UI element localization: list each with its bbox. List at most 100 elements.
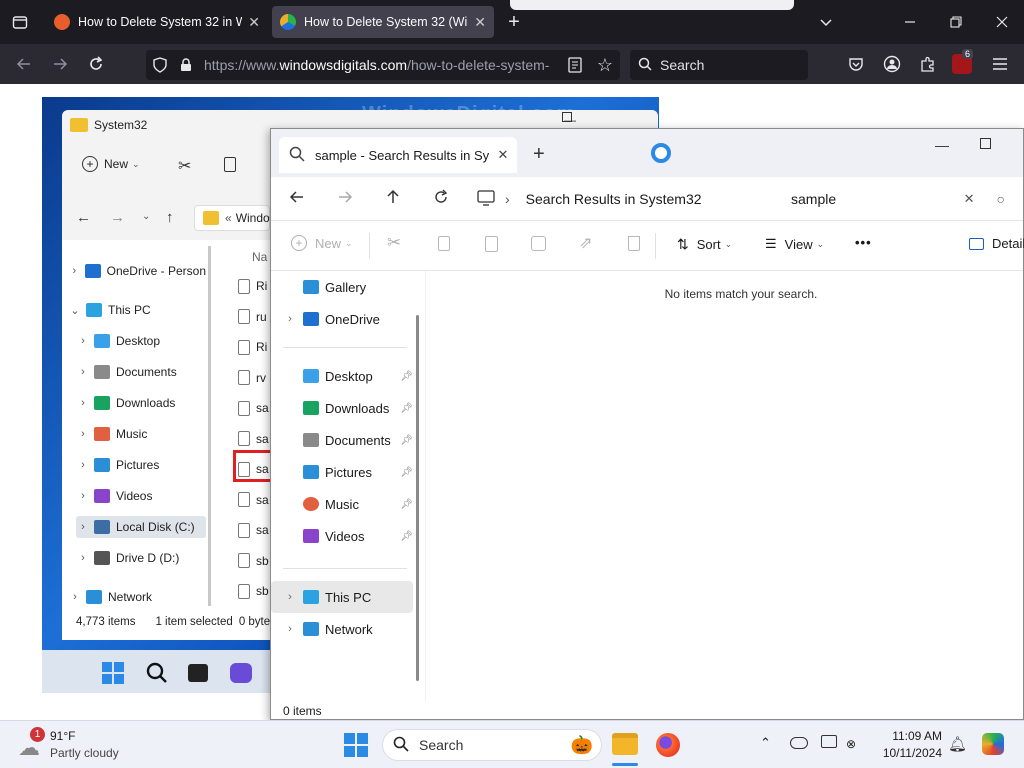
bg-file-row[interactable]: Ri — [238, 336, 267, 358]
nav-item-music[interactable]: Music 📌︎ — [271, 488, 423, 520]
tracking-shield-icon[interactable] — [146, 57, 174, 73]
close-tab-icon[interactable]: ✕ — [474, 14, 486, 31]
chevron-right-icon[interactable]: › — [283, 313, 297, 325]
pin-icon[interactable]: 📌︎ — [400, 371, 413, 382]
new-button[interactable]: + New ⌄ — [291, 235, 353, 251]
search-field[interactable]: sample ✕ ○ — [781, 183, 1005, 215]
chevron-right-icon[interactable]: › — [68, 265, 81, 277]
bg-recent-chevron-icon[interactable]: ⌄ — [142, 211, 150, 222]
nav-item-documents[interactable]: Documents 📌︎ — [271, 424, 423, 456]
copy-icon[interactable] — [438, 236, 450, 251]
new-tab-icon[interactable]: + — [533, 143, 545, 166]
bg-up-icon[interactable]: ↑ — [166, 209, 174, 226]
account-icon[interactable] — [878, 50, 906, 78]
bookmark-star-icon[interactable]: ☆ — [590, 55, 620, 76]
chevron-right-icon[interactable]: › — [76, 366, 90, 378]
browser-tab-1[interactable]: How to Delete System 32 in Wi ✕ — [46, 6, 268, 38]
bg-scrollbar[interactable] — [208, 246, 211, 606]
bg-back-icon[interactable]: ← — [76, 209, 91, 226]
pin-icon[interactable]: 📌︎ — [400, 403, 413, 414]
bg-file-row[interactable]: sb — [238, 580, 269, 602]
pocket-icon[interactable] — [842, 50, 870, 78]
chevron-right-icon[interactable]: › — [283, 623, 297, 635]
bg-nav-item[interactable]: › Downloads — [76, 392, 206, 414]
nav-scrollbar[interactable] — [416, 315, 419, 681]
chevron-right-icon[interactable]: ⌄ — [68, 304, 82, 317]
close-window-icon[interactable] — [988, 8, 1016, 36]
bg-file-row[interactable]: sa — [238, 397, 269, 419]
lock-icon[interactable] — [174, 58, 198, 72]
reader-view-icon[interactable] — [560, 57, 590, 73]
start-button-icon[interactable] — [344, 733, 368, 757]
restore-icon[interactable] — [942, 8, 970, 36]
nav-item-this-pc[interactable]: › This PC — [271, 581, 413, 613]
nav-item-videos[interactable]: Videos 📌︎ — [271, 520, 423, 552]
nav-item-desktop[interactable]: Desktop 📌︎ — [271, 360, 423, 392]
chevron-right-icon[interactable]: › — [76, 490, 90, 502]
list-tabs-chevron-icon[interactable] — [812, 8, 840, 36]
chevron-right-icon[interactable]: › — [76, 397, 90, 409]
nav-item-gallery[interactable]: Gallery — [271, 271, 423, 303]
weather-widget[interactable]: ☁ 1 — [18, 727, 50, 761]
back-arrow-icon[interactable] — [10, 50, 38, 78]
bg-nav-item[interactable]: › Drive D (D:) — [76, 547, 206, 569]
clear-search-icon[interactable]: ✕ — [964, 191, 975, 207]
clock-date[interactable]: 10/11/2024 — [876, 746, 942, 760]
chevron-right-icon[interactable]: › — [283, 591, 297, 603]
bg-nav-item[interactable]: › OneDrive - Person — [68, 260, 206, 282]
reload-icon[interactable] — [82, 50, 110, 78]
minimize-icon[interactable]: — — [935, 137, 949, 153]
new-tab-icon[interactable]: + — [500, 8, 528, 36]
bg-file-row[interactable]: Ri — [238, 275, 267, 297]
chevron-right-icon[interactable]: › — [76, 335, 90, 347]
network-display-icon[interactable] — [821, 735, 837, 748]
details-button[interactable]: Detail — [969, 236, 1024, 251]
ublock-extension-icon[interactable]: 6 — [952, 49, 974, 74]
chevron-right-icon[interactable]: › — [68, 591, 82, 603]
bg-nav-item[interactable]: › Documents — [76, 361, 206, 383]
show-hidden-icons-chevron-icon[interactable]: ⌃ — [760, 735, 771, 751]
cut-icon[interactable]: ✂ — [178, 156, 191, 176]
tab-overview-icon[interactable] — [6, 8, 34, 36]
nav-item-downloads[interactable]: Downloads 📌︎ — [271, 392, 423, 424]
file-explorer-icon[interactable] — [612, 733, 638, 755]
pin-icon[interactable]: 📌︎ — [400, 531, 413, 542]
bg-new-button[interactable]: + New ⌄ — [82, 156, 140, 172]
view-button[interactable]: ☰ View ⌄ — [765, 236, 824, 252]
bg-file-row[interactable]: sa — [238, 519, 269, 541]
notification-bell-icon[interactable]: 🔔︎ — [948, 735, 967, 753]
pin-icon[interactable]: 📌︎ — [400, 467, 413, 478]
nav-item-onedrive[interactable]: › OneDrive — [271, 303, 423, 335]
chevron-right-icon[interactable]: › — [76, 552, 90, 564]
paste-icon[interactable] — [485, 236, 498, 252]
extensions-puzzle-icon[interactable] — [914, 50, 942, 78]
onedrive-cloud-icon[interactable] — [790, 737, 808, 749]
back-arrow-icon[interactable] — [289, 189, 305, 208]
bg-file-row[interactable]: sa — [238, 489, 269, 511]
bg-breadcrumb[interactable]: « Windo — [194, 205, 270, 231]
minimize-icon[interactable] — [896, 8, 924, 36]
forward-arrow-icon[interactable] — [46, 50, 74, 78]
address-bar[interactable]: › Search Results in System32 — [477, 183, 773, 215]
taskbar-search-box[interactable]: Search 🎃 — [382, 729, 602, 761]
maximize-icon[interactable] — [980, 138, 991, 149]
url-bar[interactable]: https://www.windowsdigitals.com/how-to-d… — [146, 50, 620, 80]
up-arrow-icon[interactable] — [385, 189, 401, 208]
delete-icon[interactable] — [628, 236, 640, 251]
browser-search-box[interactable]: Search — [630, 50, 808, 80]
chevron-right-icon[interactable]: › — [76, 428, 90, 440]
chevron-right-icon[interactable]: › — [76, 521, 90, 533]
rename-icon[interactable] — [531, 236, 546, 251]
volume-muted-icon[interactable]: ⊗ — [846, 737, 856, 751]
bg-forward-icon[interactable]: → — [110, 209, 125, 226]
bg-file-row[interactable]: rv — [238, 367, 266, 389]
forward-arrow-icon[interactable] — [337, 189, 353, 208]
nav-item-pictures[interactable]: Pictures 📌︎ — [271, 456, 423, 488]
cut-icon[interactable]: ✂ — [387, 233, 401, 253]
bg-file-row[interactable]: sb — [238, 550, 269, 572]
sort-button[interactable]: ⇅ Sort ⌄ — [677, 236, 732, 253]
bg-nav-item[interactable]: › Network — [68, 586, 206, 608]
refresh-icon[interactable] — [433, 189, 449, 208]
close-tab-icon[interactable]: ✕ — [248, 14, 260, 31]
close-tab-icon[interactable]: ✕ — [489, 147, 517, 163]
